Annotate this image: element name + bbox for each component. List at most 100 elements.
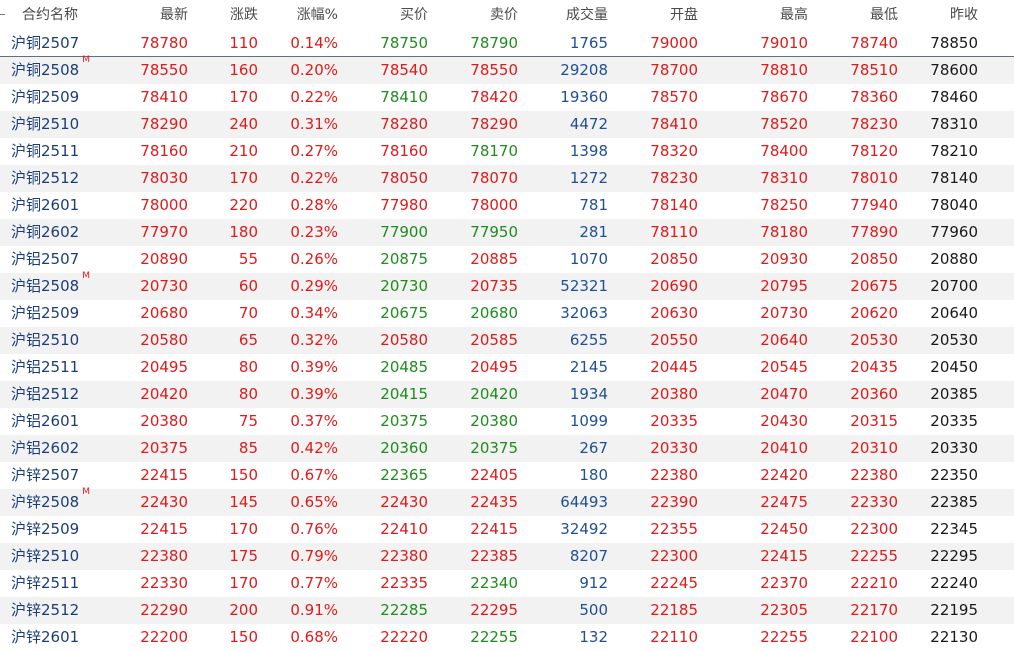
header-volume[interactable]: 成交量 <box>566 0 608 30</box>
low-price: 22170 <box>850 601 898 619</box>
table-row[interactable]: 沪铜2601 78000 220 0.28% 77980 78000 781 78140 782… <box>0 192 1014 219</box>
change: 200 <box>229 601 258 619</box>
volume: 1070 <box>569 250 608 268</box>
open-price: 20550 <box>650 331 698 349</box>
change-pct: 0.39% <box>290 358 338 376</box>
last-price: 78030 <box>140 169 188 187</box>
header-high[interactable]: 最高 <box>780 0 808 30</box>
table-row[interactable]: 沪锌2511 22330 170 0.77% 22335 22340 912 22245 223… <box>0 570 1014 597</box>
low-price: 78120 <box>850 142 898 160</box>
table-row[interactable]: 沪铜2510 78290 240 0.31% 78280 78290 4472 78410 78… <box>0 111 1014 138</box>
contract-name-text: 沪铜2512 <box>11 169 80 187</box>
change: 65 <box>238 331 258 349</box>
header-bid[interactable]: 买价 <box>400 0 428 30</box>
table-row[interactable]: 沪铜2511 78160 210 0.27% 78160 78170 1398 78320 78… <box>0 138 1014 165</box>
change-pct: 0.39% <box>290 385 338 403</box>
table-row[interactable]: 沪铜2602 77970 180 0.23% 77900 77950 281 78110 781… <box>0 219 1014 246</box>
contract-name-text: 沪锌2512 <box>11 601 80 619</box>
contract-name-text: 沪铜2507 <box>11 34 80 52</box>
bid-price: 20875 <box>380 250 428 268</box>
contract-name: 沪铝2511 <box>11 354 79 381</box>
bid-price: 78050 <box>380 169 428 187</box>
contract-name-text: 沪铝2601 <box>11 412 80 430</box>
contract-name: 沪铜2510 <box>11 111 79 138</box>
ask-price: 20885 <box>470 250 518 268</box>
table-row[interactable]: 沪铜2507 78780 110 0.14% 78750 78790 1765 79000 79… <box>0 30 1014 57</box>
change-pct: 0.32% <box>290 331 338 349</box>
bid-price: 77980 <box>380 196 428 214</box>
open-price: 78570 <box>650 88 698 106</box>
contract-name-text: 沪锌2511 <box>11 574 80 592</box>
header-ask[interactable]: 卖价 <box>490 0 518 30</box>
ask-price: 22295 <box>470 601 518 619</box>
table-row[interactable]: 沪锌2510 22380 175 0.79% 22380 22385 8207 22300 22… <box>0 543 1014 570</box>
change-pct: 0.31% <box>290 115 338 133</box>
table-row[interactable]: 沪铝2511 20495 80 0.39% 20485 20495 2145 20445 205… <box>0 354 1014 381</box>
volume: 6255 <box>569 331 608 349</box>
volume: 1765 <box>569 34 608 52</box>
table-row[interactable]: 沪锌2508M 22430 145 0.65% 22430 22435 64493 22390… <box>0 487 1014 516</box>
change-pct: 0.34% <box>290 304 338 322</box>
header-last[interactable]: 最新 <box>160 0 188 30</box>
table-row[interactable]: 沪锌2512 22290 200 0.91% 22285 22295 500 22185 223… <box>0 597 1014 624</box>
table-row[interactable]: 沪铝2508M 20730 60 0.29% 20730 20735 52321 20690 2… <box>0 271 1014 300</box>
bid-price: 20360 <box>380 439 428 457</box>
contract-name-text: 沪铝2511 <box>11 358 80 376</box>
prev-close: 22240 <box>930 574 978 592</box>
table-row[interactable]: 沪铝2507 20890 55 0.26% 20875 20885 1070 20850 209… <box>0 246 1014 273</box>
table-row[interactable]: 沪铝2512 20420 80 0.39% 20415 20420 1934 20380 204… <box>0 381 1014 408</box>
header-name[interactable]: 合约名称 <box>22 0 78 30</box>
bid-price: 20415 <box>380 385 428 403</box>
contract-name-text: 沪铝2509 <box>11 304 80 322</box>
ask-price: 78000 <box>470 196 518 214</box>
low-price: 77940 <box>850 196 898 214</box>
open-price: 20330 <box>650 439 698 457</box>
table-row[interactable]: 沪铝2601 20380 75 0.37% 20375 20380 1099 20335 204… <box>0 408 1014 435</box>
change: 60 <box>238 277 258 295</box>
contract-name-text: 沪锌2601 <box>11 628 80 646</box>
table-row[interactable]: 沪铜2508M 78550 160 0.20% 78540 78550 29208 78700… <box>0 55 1014 84</box>
open-price: 22185 <box>650 601 698 619</box>
header-open[interactable]: 开盘 <box>670 0 698 30</box>
bid-price: 20675 <box>380 304 428 322</box>
table-row[interactable]: 沪铝2509 20680 70 0.34% 20675 20680 32063 20630 20… <box>0 300 1014 327</box>
table-row[interactable]: 沪锌2509 22415 170 0.76% 22410 22415 32492 22355 2… <box>0 516 1014 543</box>
ask-price: 22385 <box>470 547 518 565</box>
last-price: 78550 <box>140 61 188 79</box>
header-low[interactable]: 最低 <box>870 0 898 30</box>
contract-name: 沪铜2602 <box>11 219 79 246</box>
ask-price: 22405 <box>470 466 518 484</box>
volume: 1398 <box>569 142 608 160</box>
prev-close: 78310 <box>930 115 978 133</box>
bid-price: 78160 <box>380 142 428 160</box>
prev-close: 20530 <box>930 331 978 349</box>
high-price: 20410 <box>760 439 808 457</box>
contract-name: 沪铝2509 <box>11 300 79 327</box>
prev-close: 78140 <box>930 169 978 187</box>
change: 55 <box>238 250 258 268</box>
volume: 500 <box>579 601 608 619</box>
bid-price: 20730 <box>380 277 428 295</box>
table-row[interactable]: 沪铝2510 20580 65 0.32% 20580 20585 6255 20550 206… <box>0 327 1014 354</box>
low-price: 20675 <box>850 277 898 295</box>
change: 170 <box>229 88 258 106</box>
open-price: 20850 <box>650 250 698 268</box>
low-price: 20315 <box>850 412 898 430</box>
prev-close: 20450 <box>930 358 978 376</box>
low-price: 20360 <box>850 385 898 403</box>
prev-close: 22385 <box>930 493 978 511</box>
contract-name-text: 沪铜2601 <box>11 196 80 214</box>
table-row[interactable]: 沪铜2512 78030 170 0.22% 78050 78070 1272 78230 78… <box>0 165 1014 192</box>
header-prev-close[interactable]: 昨收 <box>950 0 978 30</box>
bid-price: 22430 <box>380 493 428 511</box>
header-change[interactable]: 涨跌 <box>230 0 258 30</box>
table-row[interactable]: 沪铝2602 20375 85 0.42% 20360 20375 267 20330 2041… <box>0 435 1014 462</box>
bid-price: 20485 <box>380 358 428 376</box>
contract-name: 沪锌2507 <box>11 462 79 489</box>
table-row[interactable]: 沪铜2509 78410 170 0.22% 78410 78420 19360 78570 7… <box>0 84 1014 111</box>
ask-price: 78550 <box>470 61 518 79</box>
table-row[interactable]: 沪锌2507 22415 150 0.67% 22365 22405 180 22380 224… <box>0 462 1014 489</box>
change: 80 <box>238 385 258 403</box>
header-pct[interactable]: 涨幅% <box>297 0 338 30</box>
change: 170 <box>229 574 258 592</box>
